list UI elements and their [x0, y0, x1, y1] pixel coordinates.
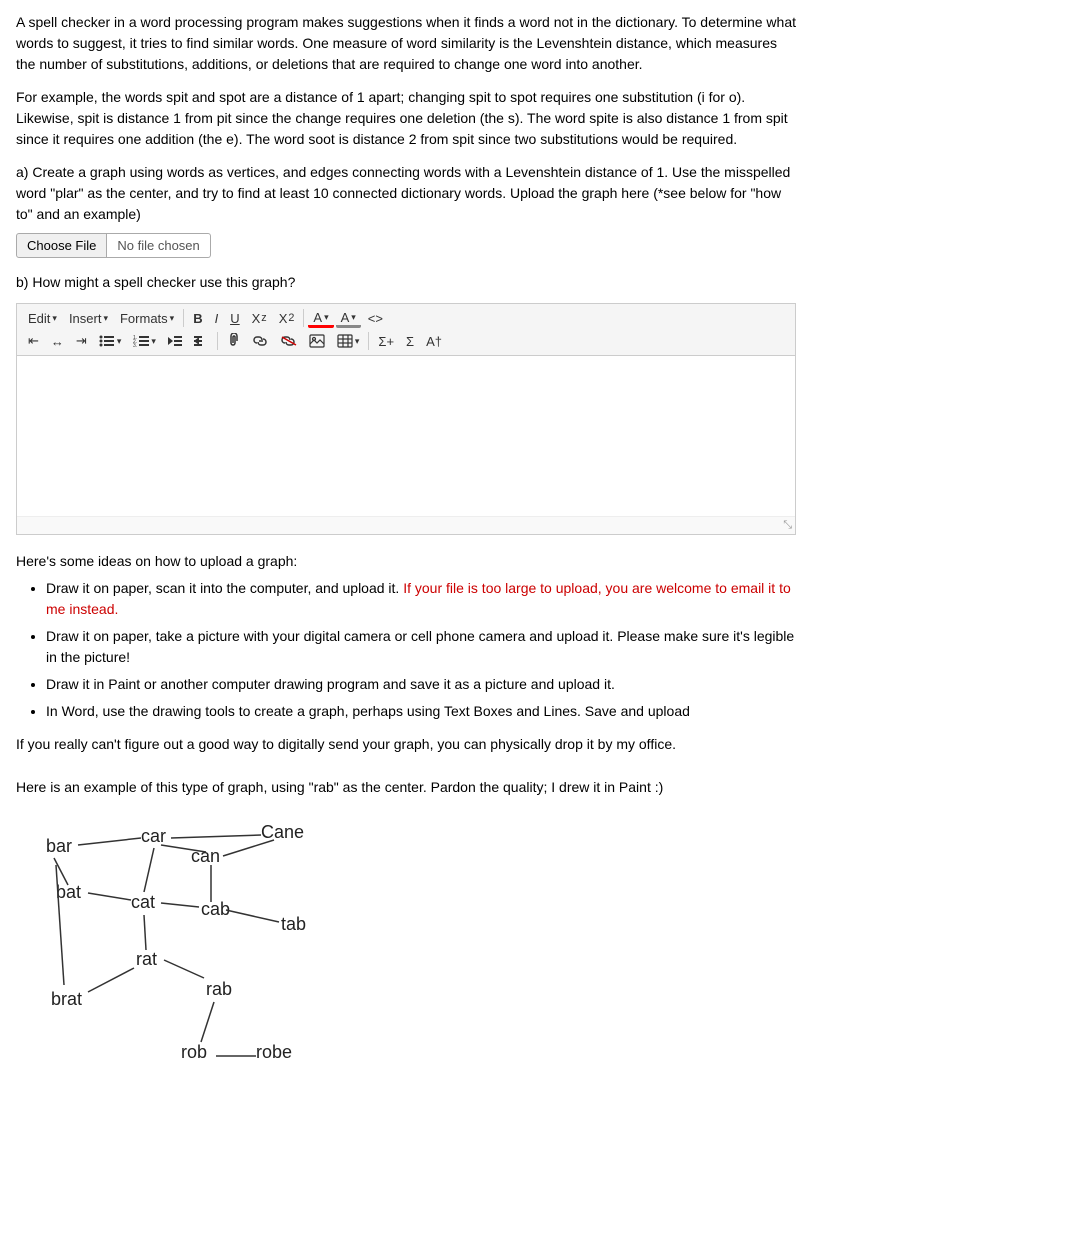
- formats-menu-btn[interactable]: Formats ▾: [115, 309, 179, 328]
- ideas-header: Here's some ideas on how to upload a gra…: [16, 551, 796, 572]
- superscript-button[interactable]: X2: [274, 309, 300, 328]
- sep-1: [183, 309, 184, 327]
- svg-text:robe: robe: [256, 1042, 292, 1062]
- svg-text:rab: rab: [206, 979, 232, 999]
- highlight-button[interactable]: A ▾: [336, 308, 361, 328]
- svg-text:bar: bar: [46, 836, 72, 856]
- svg-text:3.: 3.: [133, 343, 137, 348]
- align-center-button[interactable]: ↔: [46, 332, 69, 351]
- graph-image: bar car Cane can bat cat cab tab rat rab…: [16, 810, 366, 1100]
- drop-off-note: If you really can't figure out a good wa…: [16, 734, 796, 755]
- part-b-label: b) How might a spell checker use this gr…: [16, 272, 796, 293]
- editor-content-area[interactable]: [17, 356, 795, 516]
- svg-text:Cane: Cane: [261, 822, 304, 842]
- list-item-text-1: Draw it on paper, scan it into the compu…: [46, 580, 403, 596]
- underline-button[interactable]: U: [225, 309, 244, 328]
- numbered-list-button[interactable]: 1. 2. 3. ▾: [128, 332, 161, 350]
- italic-button[interactable]: I: [210, 309, 224, 328]
- align-right-button[interactable]: ⇥: [71, 331, 92, 351]
- special-char-button[interactable]: A†: [421, 332, 447, 351]
- formula-button[interactable]: Σ: [401, 332, 419, 351]
- font-color-button[interactable]: A ▾: [308, 308, 333, 328]
- part-a-label: a) Create a graph using words as vertice…: [16, 162, 796, 225]
- list-item: Draw it in Paint or another computer dra…: [46, 674, 796, 695]
- svg-text:tab: tab: [281, 914, 306, 934]
- graph-svg: bar car Cane can bat cat cab tab rat rab…: [16, 810, 366, 1100]
- intro-paragraph-1: A spell checker in a word processing pro…: [16, 12, 796, 75]
- link-button[interactable]: [248, 334, 274, 348]
- bullet-list-button[interactable]: ▾: [94, 332, 127, 350]
- choose-file-button[interactable]: Choose File: [16, 233, 107, 258]
- ideas-section: Here's some ideas on how to upload a gra…: [16, 551, 796, 798]
- list-item-text-4: In Word, use the drawing tools to create…: [46, 703, 690, 719]
- insert-menu-btn[interactable]: Insert ▾: [64, 309, 113, 328]
- toolbar-row-1: Edit ▾ Insert ▾ Formats ▾ B I U Xz X2 A …: [23, 308, 789, 328]
- sep-4: [368, 332, 369, 350]
- svg-text:cat: cat: [131, 892, 155, 912]
- table-button[interactable]: ▾: [332, 332, 365, 350]
- unlink-button[interactable]: [276, 334, 302, 348]
- rich-text-editor: Edit ▾ Insert ▾ Formats ▾ B I U Xz X2 A …: [16, 303, 796, 535]
- svg-text:can: can: [191, 846, 220, 866]
- align-left-button[interactable]: ⇤: [23, 331, 44, 351]
- file-upload-row: Choose File No file chosen: [16, 233, 796, 258]
- svg-text:rob: rob: [181, 1042, 207, 1062]
- indent-button[interactable]: [189, 333, 213, 349]
- list-item: Draw it on paper, scan it into the compu…: [46, 578, 796, 620]
- image-button[interactable]: [304, 332, 330, 350]
- bold-button[interactable]: B: [188, 309, 207, 328]
- list-item-text-3: Draw it in Paint or another computer dra…: [46, 676, 615, 692]
- list-item: In Word, use the drawing tools to create…: [46, 701, 796, 722]
- outdent-button[interactable]: [163, 333, 187, 349]
- svg-text:brat: brat: [51, 989, 82, 1009]
- toolbar-row-2: ⇤ ↔ ⇥ ▾ 1.: [23, 331, 789, 351]
- svg-text:cab: cab: [201, 899, 230, 919]
- subscript-button[interactable]: Xz: [247, 309, 272, 328]
- svg-text:bat: bat: [56, 882, 81, 902]
- svg-text:car: car: [141, 826, 166, 846]
- attach-button[interactable]: [222, 331, 246, 351]
- editor-resize-handle[interactable]: ⤡: [17, 516, 795, 534]
- editor-toolbar: Edit ▾ Insert ▾ Formats ▾ B I U Xz X2 A …: [17, 304, 795, 356]
- intro-paragraph-2: For example, the words spit and spot are…: [16, 87, 796, 150]
- insert-formula-button[interactable]: Σ+: [373, 332, 399, 351]
- list-item: Draw it on paper, take a picture with yo…: [46, 626, 796, 668]
- ideas-list: Draw it on paper, scan it into the compu…: [46, 578, 796, 722]
- sep-2: [303, 309, 304, 327]
- no-file-label: No file chosen: [107, 233, 210, 258]
- sep-3: [217, 332, 218, 350]
- example-note: Here is an example of this type of graph…: [16, 777, 796, 798]
- list-item-text-2: Draw it on paper, take a picture with yo…: [46, 628, 794, 665]
- code-button[interactable]: <>: [363, 309, 388, 328]
- edit-menu-btn[interactable]: Edit ▾: [23, 309, 62, 328]
- svg-text:rat: rat: [136, 949, 157, 969]
